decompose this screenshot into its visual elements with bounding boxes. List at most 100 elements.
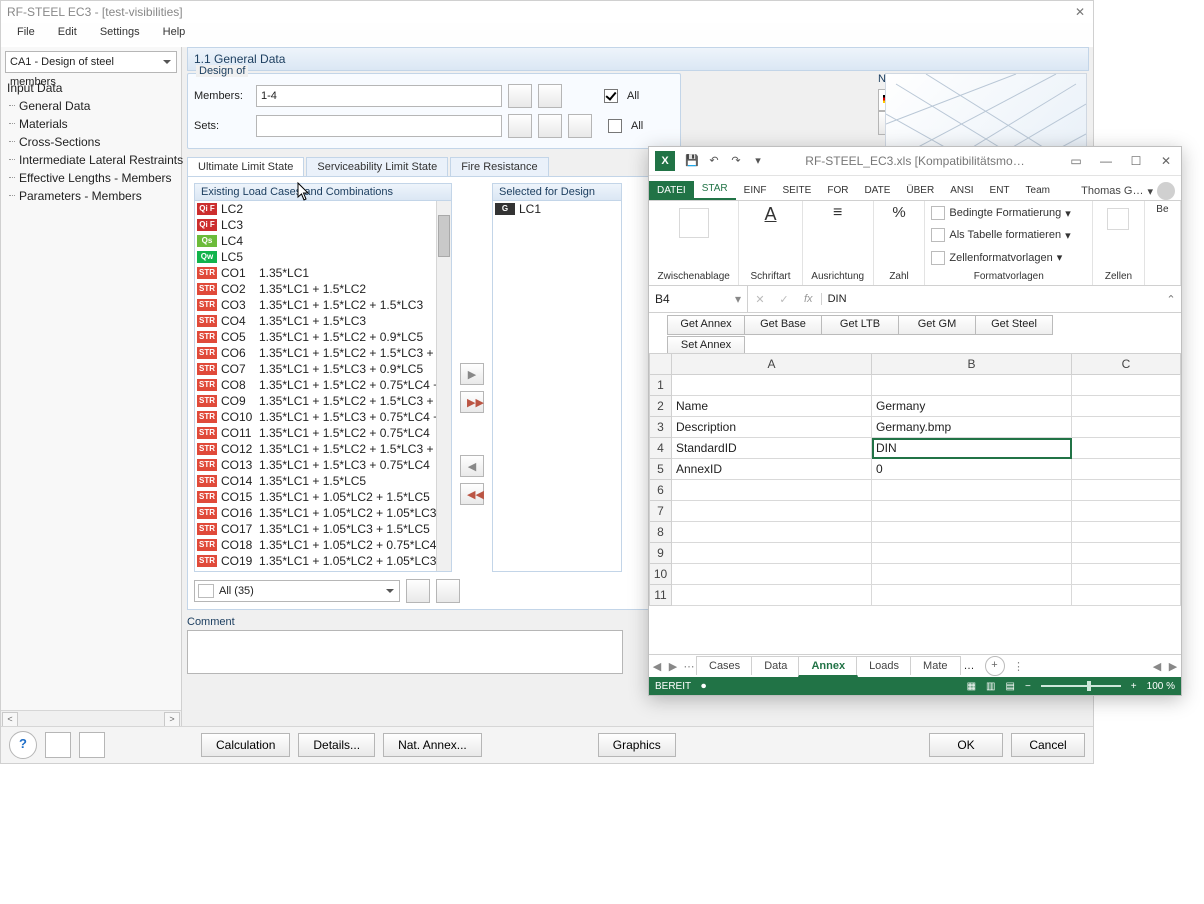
sheet-options-icon[interactable]: ⋮ (1011, 660, 1027, 673)
ribbon-group-number[interactable]: % Zahl (874, 201, 926, 285)
xl-user[interactable]: Thomas G…▾ (1081, 182, 1181, 200)
loadcase-filter-combo[interactable]: All (35) (194, 580, 400, 602)
loadcase-row[interactable]: STRCO181.35*LC1 + 1.05*LC2 + 0.75*LC4 + (195, 537, 451, 553)
ribbon-tab-ent[interactable]: ENT (982, 181, 1018, 200)
members-input[interactable]: 1-4 (256, 85, 502, 107)
menu-settings[interactable]: Settings (90, 23, 150, 41)
loadcases-scrollbar[interactable] (436, 201, 451, 571)
details-button[interactable]: Details... (298, 733, 375, 757)
comment-textarea[interactable] (187, 630, 623, 674)
remove-all-button[interactable]: ◀◀ (460, 483, 484, 505)
loadcase-row[interactable]: STRCO71.35*LC1 + 1.5*LC3 + 0.9*LC5 (195, 361, 451, 377)
view-pagebreak-icon[interactable]: ▤ (1006, 681, 1015, 692)
ribbon-tab-start[interactable]: STAR (694, 179, 736, 200)
ribbon-group-cells[interactable]: Zellen (1093, 201, 1145, 285)
confirm-edit-icon[interactable]: ✓ (772, 293, 796, 306)
grid-row[interactable]: 10 (650, 564, 1181, 585)
filter-toggle-icon[interactable] (436, 579, 460, 603)
cell-styles-button[interactable]: Zellenformatvorlagen▾ (931, 249, 1062, 267)
close-icon[interactable]: ✕ (1071, 3, 1089, 21)
loadcase-row[interactable]: STRCO31.35*LC1 + 1.5*LC2 + 1.5*LC3 (195, 297, 451, 313)
loadcase-row[interactable]: STRCO91.35*LC1 + 1.5*LC2 + 1.5*LC3 + 0. (195, 393, 451, 409)
pick-members-icon[interactable] (508, 84, 532, 108)
save-icon[interactable]: 💾 (681, 150, 703, 172)
redo-icon[interactable]: ↷ (725, 150, 747, 172)
sheet-tab-mate[interactable]: Mate (910, 656, 960, 675)
menu-file[interactable]: File (7, 23, 45, 41)
ribbon-tab-ansi[interactable]: ANSI (942, 181, 981, 200)
ribbon-tab-uber[interactable]: ÜBER (898, 181, 942, 200)
tab-uls[interactable]: Ultimate Limit State (187, 157, 304, 176)
tab-sls[interactable]: Serviceability Limit State (306, 157, 448, 176)
zoom-slider[interactable] (1041, 685, 1121, 687)
grid-row[interactable]: 5AnnexID0 (650, 459, 1181, 480)
loadcase-row[interactable]: STRCO161.35*LC1 + 1.05*LC2 + 1.05*LC3 + (195, 505, 451, 521)
tree-item-0[interactable]: General Data (7, 97, 175, 115)
loadcase-row[interactable]: QwLC5 (195, 249, 451, 265)
clear-sets-icon[interactable] (538, 114, 562, 138)
tree-item-4[interactable]: Effective Lengths - Members (7, 169, 175, 187)
ribbon-group-alignment[interactable]: ≡ Ausrichtung (803, 201, 874, 285)
loadcase-row[interactable]: STRCO141.35*LC1 + 1.5*LC5 (195, 473, 451, 489)
selected-row[interactable]: GLC1 (493, 201, 621, 217)
loadcase-row[interactable]: STRCO201.35*LC1 + 1.05*LC3 + 0.75*LC4 + (195, 569, 451, 572)
tree-item-1[interactable]: Materials (7, 115, 175, 133)
ribbon-tab-datei[interactable]: DATEI (649, 181, 694, 200)
graphics-button[interactable]: Graphics (598, 733, 676, 757)
all-sets-checkbox[interactable] (608, 119, 622, 133)
tree-item-2[interactable]: Cross-Sections (7, 133, 175, 151)
export-icon[interactable] (79, 732, 105, 758)
xl-worksheet[interactable]: ABC12NameGermany3DescriptionGermany.bmp4… (649, 353, 1181, 655)
get-steel-button[interactable]: Get Steel (975, 315, 1053, 335)
loadcase-row[interactable]: STRCO41.35*LC1 + 1.5*LC3 (195, 313, 451, 329)
grid-row[interactable]: 11 (650, 585, 1181, 606)
loadcase-row[interactable]: QsLC4 (195, 233, 451, 249)
loadcase-row[interactable]: STRCO121.35*LC1 + 1.5*LC2 + 1.5*LC3 + 0. (195, 441, 451, 457)
grid-row[interactable]: 2NameGermany (650, 396, 1181, 417)
get-annex-button[interactable]: Get Annex (667, 315, 745, 335)
sheet-tab-annex[interactable]: Annex (798, 656, 858, 677)
hscroll-right-icon[interactable]: ▶ (1165, 660, 1181, 673)
selected-loadcases-list[interactable]: GLC1 (492, 201, 622, 572)
fx-icon[interactable]: fx (796, 293, 821, 305)
expand-formula-icon[interactable]: ⌃ (1161, 293, 1181, 306)
loadcase-row[interactable]: STRCO61.35*LC1 + 1.5*LC2 + 1.5*LC3 + 0. (195, 345, 451, 361)
cancel-edit-icon[interactable]: ✕ (748, 293, 772, 306)
maximize-icon[interactable]: ☐ (1121, 154, 1151, 168)
remove-one-button[interactable]: ◀ (460, 455, 484, 477)
sheet-nav-prev-icon[interactable]: ▶ (665, 660, 681, 673)
tree-item-5[interactable]: Parameters - Members (7, 187, 175, 205)
pick-sets-icon[interactable] (508, 114, 532, 138)
filter-check-icon[interactable] (406, 579, 430, 603)
sheet-tab-loads[interactable]: Loads (856, 656, 912, 675)
new-sheet-icon[interactable]: + (985, 656, 1005, 676)
sheet-nav-first-icon[interactable]: ◀ (649, 660, 665, 673)
ribbon-options-icon[interactable]: ▭ (1061, 154, 1091, 168)
loadcase-row[interactable]: STRCO131.35*LC1 + 1.5*LC3 + 0.75*LC4 (195, 457, 451, 473)
hscroll-left-icon[interactable]: ◀ (1149, 660, 1165, 673)
zoom-out-icon[interactable]: − (1025, 681, 1031, 692)
rf-tree[interactable]: Input Data General DataMaterialsCross-Se… (1, 77, 181, 207)
loadcase-row[interactable]: STRCO101.35*LC1 + 1.5*LC3 + 0.75*LC4 + (195, 409, 451, 425)
ribbon-tab-einf[interactable]: EINF (736, 181, 775, 200)
add-one-button[interactable]: ▶ (460, 363, 484, 385)
ribbon-tab-for[interactable]: FOR (819, 181, 856, 200)
view-layout-icon[interactable]: ▥ (986, 681, 995, 692)
sheet-tab-data[interactable]: Data (751, 656, 800, 675)
undo-icon[interactable]: ↶ (703, 150, 725, 172)
nat-annex-button[interactable]: Nat. Annex... (383, 733, 482, 757)
design-case-combo[interactable]: CA1 - Design of steel members (5, 51, 177, 73)
loadcase-row[interactable]: STRCO151.35*LC1 + 1.05*LC2 + 1.5*LC5 (195, 489, 451, 505)
ribbon-tab-seite[interactable]: SEITE (774, 181, 819, 200)
zoom-in-icon[interactable]: + (1131, 681, 1137, 692)
ribbon-group-font[interactable]: A Schriftart (739, 201, 802, 285)
clear-members-icon[interactable] (538, 84, 562, 108)
tree-item-3[interactable]: Intermediate Lateral Restraints (7, 151, 175, 169)
loadcase-row[interactable]: STRCO191.35*LC1 + 1.05*LC2 + 1.05*LC3 + (195, 553, 451, 569)
sheet-tab-cases[interactable]: Cases (696, 656, 753, 675)
nav-hscroll[interactable]: <> (1, 710, 181, 727)
sheet-nav-more-icon[interactable]: ⋯ (681, 660, 697, 673)
grid-row[interactable]: 1 (650, 375, 1181, 396)
menu-edit[interactable]: Edit (48, 23, 87, 41)
get-base-button[interactable]: Get Base (744, 315, 822, 335)
